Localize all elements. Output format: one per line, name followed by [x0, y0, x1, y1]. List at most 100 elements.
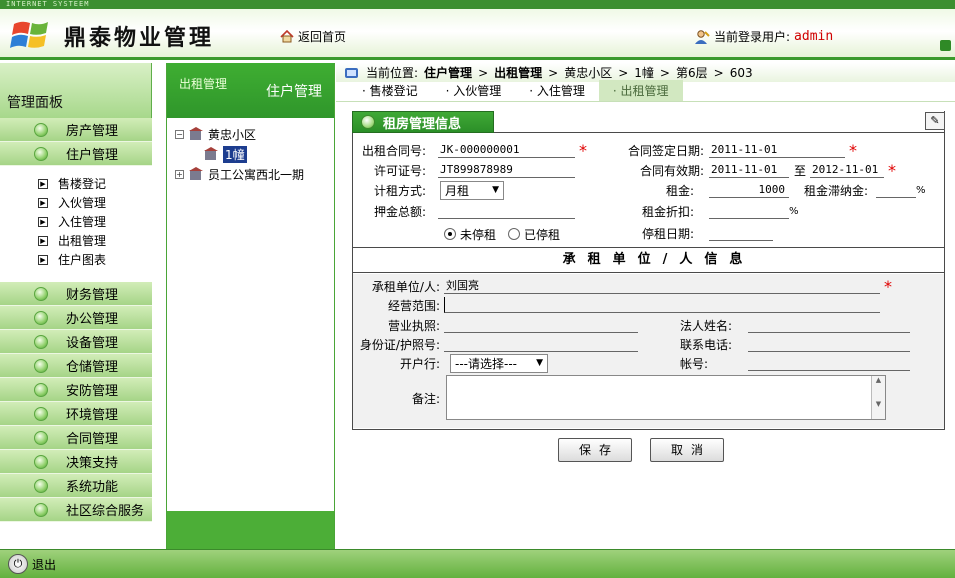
tree-header-title: 住户管理 [266, 84, 322, 100]
valid-to-field[interactable]: 2012-11-01 [810, 162, 885, 178]
tree-node-apartment[interactable]: + 员工公寓西北一期 [175, 164, 334, 184]
resident-submenu: ▶ 售楼登记 ▶ 入伙管理 ▶ 入住管理 ▶ 出租管理 ▶ 住户图表 [0, 166, 152, 282]
remark-textarea[interactable]: ▲ ▼ [446, 375, 886, 420]
submenu-item-movein[interactable]: ▶ 入伙管理 [38, 193, 152, 212]
building-icon [188, 127, 204, 141]
required-mark: * [884, 276, 892, 296]
app-title: 鼎泰物业管理 [64, 25, 215, 51]
license-row: 营业执照: [358, 315, 638, 335]
tree-node-building[interactable]: 1幢 [175, 144, 334, 164]
deposit-row: 押金总额: [358, 201, 575, 221]
menu-item-finance[interactable]: 财务管理 [0, 282, 152, 306]
phone-field[interactable] [748, 336, 910, 352]
main-content: 当前位置: 住户管理 > 出租管理 > 黄忠小区 > 1幢 > 第6层 > 60… [336, 63, 955, 549]
tab-movein[interactable]: · 入伙管理 [432, 80, 516, 101]
chevron-down-icon: ▼ [536, 358, 543, 368]
bullet-icon [34, 455, 48, 469]
menu-item-office[interactable]: 办公管理 [0, 306, 152, 330]
tab-checkin[interactable]: · 入住管理 [515, 80, 599, 101]
edit-icon[interactable]: ✎ [925, 112, 945, 130]
bullet-icon [34, 123, 48, 137]
expand-icon[interactable]: + [175, 169, 184, 179]
license-field[interactable] [444, 317, 638, 333]
account-row: 帐号: [658, 353, 910, 373]
id-field[interactable] [444, 336, 638, 352]
tree-node-community[interactable]: − 黄忠小区 [175, 124, 334, 144]
submenu-item-rental[interactable]: ▶ 出租管理 [38, 231, 152, 250]
menu-item-security[interactable]: 安防管理 [0, 378, 152, 402]
breadcrumb-floor[interactable]: 第6层 [676, 64, 708, 81]
home-icon [280, 30, 294, 43]
sidebar: 管理面板 房产管理 住户管理 ▶ 售楼登记 ▶ 入伙管理 ▶ 入住管理 ▶ 出租管理 ▶… [0, 63, 152, 549]
account-field[interactable] [748, 355, 910, 371]
save-button[interactable]: 保存 [558, 438, 632, 462]
scrollbar[interactable]: ▲ ▼ [871, 376, 885, 419]
expand-box-icon: ▶ [38, 178, 48, 189]
stop-date-field[interactable] [709, 225, 773, 241]
bullet-icon [34, 503, 48, 517]
user-name: admin [794, 29, 834, 44]
contract-no-field[interactable]: JK-000000001 [438, 142, 575, 158]
menu-item-community[interactable]: 社区综合服务 [0, 498, 152, 522]
bullet-icon [34, 431, 48, 445]
bank-select[interactable]: ---请选择--- ▼ [450, 353, 548, 373]
tenant-field[interactable]: 刘国亮 [444, 278, 880, 294]
status-radios: 未停租 已停租 [444, 224, 560, 244]
legal-field[interactable] [748, 317, 910, 333]
submenu-item-charts[interactable]: ▶ 住户图表 [38, 250, 152, 269]
menu-item-warehouse[interactable]: 仓储管理 [0, 354, 152, 378]
deposit-field[interactable] [438, 203, 575, 219]
scope-field[interactable] [444, 297, 880, 313]
id-row: 身份证/护照号: [350, 334, 638, 354]
permit-row: 许可证号: JT899878989 [358, 160, 575, 180]
late-fee-field[interactable] [876, 182, 917, 198]
menu-item-environment[interactable]: 环境管理 [0, 402, 152, 426]
header-strip: INTERNET SYSTEEM [0, 0, 955, 9]
tab-rental[interactable]: · 出租管理 [598, 80, 683, 101]
menu-item-decision[interactable]: 决策支持 [0, 450, 152, 474]
home-link-label: 返回首页 [298, 30, 347, 44]
billing-select[interactable]: 月租 ▼ [440, 180, 504, 200]
sign-date-field[interactable]: 2011-11-01 [709, 142, 845, 158]
late-fee-row: 租金滞纳金: % [804, 182, 926, 198]
breadcrumb-residents[interactable]: 住户管理 [424, 64, 472, 81]
logout-button[interactable]: ⏻ 退出 [8, 554, 56, 574]
breadcrumb-room: 603 [729, 65, 753, 80]
menu-item-property[interactable]: 房产管理 [0, 118, 152, 142]
submenu-item-sales[interactable]: ▶ 售楼登记 [38, 174, 152, 193]
building-icon [188, 167, 204, 181]
bullet-icon [34, 407, 48, 421]
discount-field[interactable] [709, 203, 789, 219]
breadcrumb-building[interactable]: 1幢 [634, 64, 654, 81]
radio-active[interactable] [444, 228, 456, 240]
building-icon [203, 147, 219, 161]
stop-date-row: 停租日期: [614, 223, 773, 243]
settings-icon[interactable] [940, 40, 951, 51]
panel-bullet-icon [361, 115, 375, 129]
app-header: INTERNET SYSTEEM 鼎泰物业管理 返回首页 当前登录用户: adm… [0, 0, 955, 60]
cancel-button[interactable]: 取消 [650, 438, 724, 462]
permit-field[interactable]: JT899878989 [438, 162, 575, 178]
bullet-icon [34, 335, 48, 349]
valid-from-field[interactable]: 2011-11-01 [709, 162, 789, 178]
menu-item-system[interactable]: 系统功能 [0, 474, 152, 498]
contract-no-row: 出租合同号: JK-000000001 * [361, 140, 587, 160]
tab-sales[interactable]: · 售楼登记 [348, 80, 432, 101]
tenant-row: 承租单位/人: 刘国亮 * [371, 276, 892, 296]
menu-item-residents[interactable]: 住户管理 [0, 142, 152, 166]
building-tree: − 黄忠小区 1幢 + 员工公寓西北一期 [167, 118, 334, 510]
collapse-icon[interactable]: − [175, 129, 184, 139]
legal-row: 法人姓名: [658, 315, 910, 335]
tab-bar: · 售楼登记 · 入伙管理 · 入住管理 · 出租管理 [336, 80, 955, 102]
home-link[interactable]: 返回首页 [280, 28, 346, 45]
menu-item-contracts[interactable]: 合同管理 [0, 426, 152, 450]
radio-stopped[interactable] [508, 228, 521, 240]
submenu-item-checkin[interactable]: ▶ 入住管理 [38, 212, 152, 231]
menu-item-equipment[interactable]: 设备管理 [0, 330, 152, 354]
remark-row: 备注: [411, 391, 440, 406]
rent-field[interactable]: 1000 [709, 182, 789, 198]
required-mark: * [579, 140, 587, 160]
panel-title: 租房管理信息 [352, 111, 494, 133]
breadcrumb-rental[interactable]: 出租管理 [494, 64, 542, 81]
breadcrumb-community[interactable]: 黄忠小区 [564, 64, 612, 81]
